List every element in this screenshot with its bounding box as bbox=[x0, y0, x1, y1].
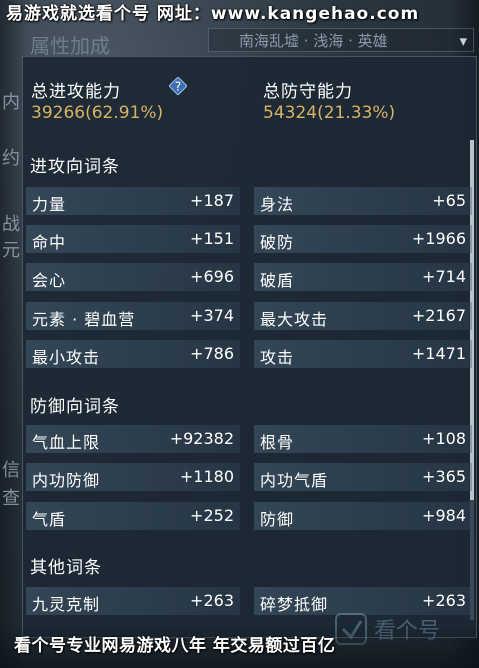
stat-row: 会心 +696 bbox=[26, 263, 240, 291]
stat-name: 命中 bbox=[32, 233, 67, 252]
stat-row: 破盾 +714 bbox=[254, 263, 472, 291]
zone-label: 南海乱墟 · 浅海 · 英雄 bbox=[239, 32, 388, 50]
stat-row: 根骨 +108 bbox=[254, 425, 472, 453]
side-tab-3[interactable]: 战 bbox=[2, 210, 20, 236]
stat-value: +252 bbox=[190, 506, 234, 525]
stat-row: 九灵克制 +263 bbox=[26, 587, 240, 615]
underlay-title: 属性加成 bbox=[30, 34, 110, 58]
stat-value: +714 bbox=[422, 267, 466, 286]
stat-row: 气血上限 +92382 bbox=[26, 425, 240, 453]
stat-row: 最大攻击 +2167 bbox=[254, 302, 472, 330]
stat-name: 最小攻击 bbox=[32, 348, 101, 367]
stat-row: 防御 +984 bbox=[254, 502, 472, 530]
stat-value: +187 bbox=[190, 191, 234, 210]
summary-block: 总进攻能力 ? 39266(62.91%) 总防守能力 54324(21.33%… bbox=[23, 57, 478, 135]
stat-value: +65 bbox=[432, 191, 466, 210]
section-title-attack: 进攻向词条 bbox=[30, 157, 120, 177]
section-title-other: 其他词条 bbox=[30, 558, 102, 578]
chevron-down-icon: ▾ bbox=[459, 32, 467, 50]
stat-name: 内功防御 bbox=[32, 471, 101, 490]
stat-row: 攻击 +1471 bbox=[254, 340, 472, 368]
stat-value: +984 bbox=[422, 506, 466, 525]
stat-value: +263 bbox=[190, 591, 234, 610]
stat-name: 力量 bbox=[32, 195, 67, 214]
side-tab-5[interactable]: 信 bbox=[2, 456, 20, 482]
svg-text:?: ? bbox=[175, 80, 181, 94]
zone-dropdown[interactable]: 南海乱墟 · 浅海 · 英雄 ▾ bbox=[208, 28, 474, 52]
stat-name: 气盾 bbox=[32, 510, 67, 529]
side-tab-4[interactable]: 元 bbox=[2, 236, 20, 262]
stat-row: 最小攻击 +786 bbox=[26, 340, 240, 368]
footer-promo-text: 看个号专业网易游戏八年 年交易额过百亿 bbox=[14, 636, 336, 656]
stat-name: 会心 bbox=[32, 271, 67, 290]
stat-row: 破防 +1966 bbox=[254, 225, 472, 253]
stat-value: +1966 bbox=[411, 229, 466, 248]
stat-name: 九灵克制 bbox=[32, 595, 101, 614]
stat-value: +786 bbox=[190, 344, 234, 363]
total-defense-label: 总防守能力 bbox=[263, 82, 353, 102]
stat-value: +696 bbox=[190, 267, 234, 286]
stat-value: +108 bbox=[422, 429, 466, 448]
stat-row: 内功防御 +1180 bbox=[26, 463, 240, 491]
stat-name: 身法 bbox=[260, 195, 295, 214]
help-icon[interactable]: ? bbox=[169, 77, 187, 95]
stat-name: 防御 bbox=[260, 510, 295, 529]
section-title-defense: 防御向词条 bbox=[30, 397, 120, 417]
stat-row: 力量 +187 bbox=[26, 187, 240, 215]
total-attack-value: 39266(62.91%) bbox=[31, 103, 164, 123]
promo-banner: 易游戏就选看个号 网址：www.kangehao.com bbox=[6, 4, 420, 24]
stat-value: +92382 bbox=[169, 429, 234, 448]
stat-value: +1471 bbox=[411, 344, 466, 363]
total-defense-value: 54324(21.33%) bbox=[263, 103, 396, 123]
stat-name: 元素 · 碧血营 bbox=[32, 310, 136, 329]
stat-value: +374 bbox=[190, 306, 234, 325]
total-attack-label: 总进攻能力 bbox=[31, 82, 121, 102]
stat-name: 根骨 bbox=[260, 433, 295, 452]
side-tab-2[interactable]: 约 bbox=[2, 144, 20, 170]
stat-name: 内功气盾 bbox=[260, 471, 329, 490]
stat-value: +2167 bbox=[411, 306, 466, 325]
stat-name: 破防 bbox=[260, 233, 295, 252]
stat-name: 碎梦抵御 bbox=[260, 595, 329, 614]
stat-row: 身法 +65 bbox=[254, 187, 472, 215]
stat-row: 内功气盾 +365 bbox=[254, 463, 472, 491]
stat-row: 元素 · 碧血营 +374 bbox=[26, 302, 240, 330]
stat-value: +1180 bbox=[179, 467, 234, 486]
stat-row: 命中 +151 bbox=[26, 225, 240, 253]
stat-row: 气盾 +252 bbox=[26, 502, 240, 530]
stat-name: 最大攻击 bbox=[260, 310, 329, 329]
stat-name: 气血上限 bbox=[32, 433, 101, 452]
stat-name: 破盾 bbox=[260, 271, 295, 290]
stat-value: +365 bbox=[422, 467, 466, 486]
stat-value: +151 bbox=[190, 229, 234, 248]
stat-name: 攻击 bbox=[260, 348, 295, 367]
side-tab-1[interactable]: 内 bbox=[2, 88, 20, 114]
side-tab-6[interactable]: 查 bbox=[2, 484, 20, 510]
